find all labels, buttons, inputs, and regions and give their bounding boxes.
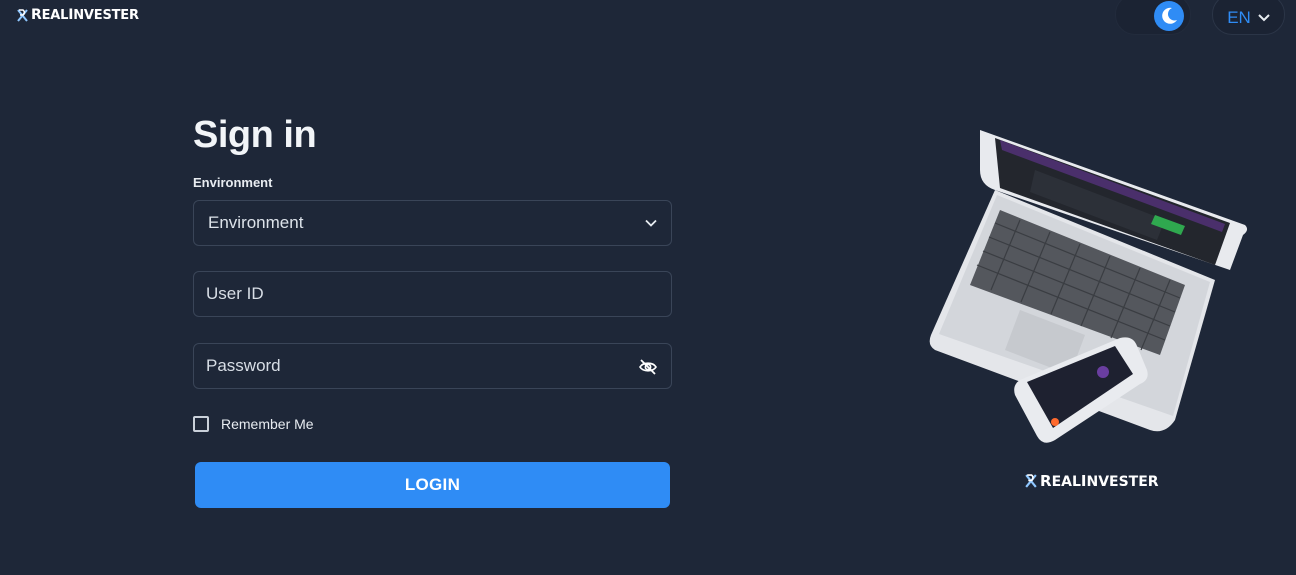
theme-toggle[interactable] xyxy=(1115,0,1191,35)
environment-select-value: Environment xyxy=(208,213,304,232)
password-input[interactable] xyxy=(206,356,606,376)
remember-me-checkbox[interactable] xyxy=(193,416,209,432)
environment-label: Environment xyxy=(193,175,273,190)
top-bar: REALINVESTER EN xyxy=(0,0,1296,36)
login-button[interactable]: LOGIN xyxy=(195,462,670,508)
theme-toggle-knob xyxy=(1154,1,1184,31)
chevron-down-icon xyxy=(1258,13,1270,21)
language-selector[interactable]: EN xyxy=(1212,0,1285,35)
page-title: Sign in xyxy=(193,114,317,156)
remember-me-label: Remember Me xyxy=(221,416,314,432)
moon-icon xyxy=(1162,7,1177,24)
user-id-input[interactable] xyxy=(206,284,606,304)
environment-select[interactable]: Environment xyxy=(193,200,672,246)
remember-me[interactable]: Remember Me xyxy=(193,416,314,432)
eye-off-icon[interactable] xyxy=(638,357,658,377)
brand-logo-icon xyxy=(1025,474,1037,488)
brand-logo[interactable]: REALINVESTER xyxy=(17,7,139,23)
laptop-phone-illustration xyxy=(929,130,1248,443)
user-id-field[interactable] xyxy=(193,271,672,317)
password-field[interactable] xyxy=(193,343,672,389)
brand-name: REALINVESTER xyxy=(31,7,139,23)
chevron-down-icon xyxy=(645,219,657,227)
footer-brand-name: REALINVESTER xyxy=(1040,472,1159,490)
footer-brand-logo: REALINVESTER xyxy=(1025,472,1159,490)
brand-logo-icon xyxy=(17,8,28,22)
language-label: EN xyxy=(1227,7,1251,27)
